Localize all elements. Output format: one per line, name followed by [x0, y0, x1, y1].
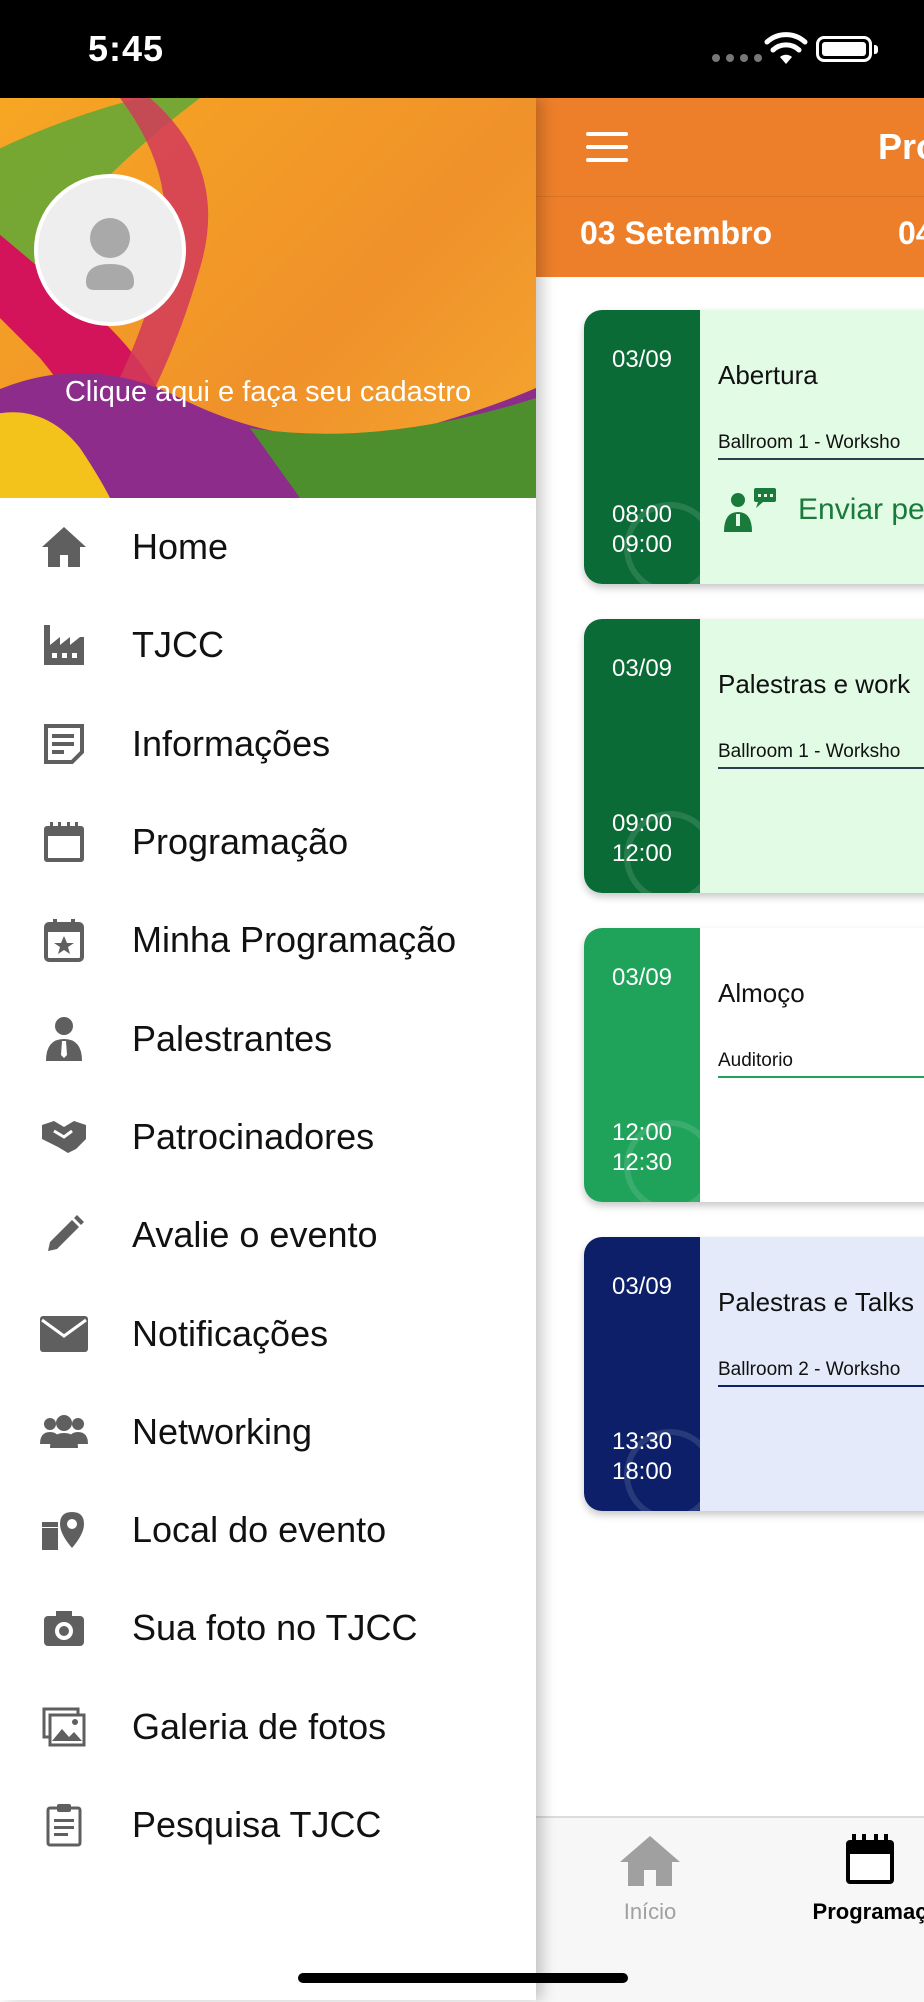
top-app-bar: Pro [536, 98, 924, 196]
card-time-panel: 03/09 09:00 12:00 [584, 619, 716, 893]
status-bar: 5:45 [0, 0, 924, 98]
pencil-icon [36, 1207, 92, 1263]
menu-item-networking[interactable]: Networking [0, 1383, 536, 1481]
calendar-icon [846, 1834, 894, 1884]
card-room: Ballroom 1 - Worksho [718, 432, 901, 453]
card-time-panel: 03/09 13:30 18:00 [584, 1237, 716, 1511]
card-time-panel: 03/09 08:00 09:00 [584, 310, 716, 584]
menu-item-local[interactable]: Local do evento [0, 1481, 536, 1579]
card-date: 03/09 [611, 964, 673, 991]
clipboard-icon [36, 1797, 92, 1853]
card-room: Auditorio [718, 1050, 793, 1071]
bottom-nav-programacao[interactable]: Programaç [790, 1832, 924, 1925]
home-icon [36, 519, 92, 575]
menu-item-label: Home [132, 526, 229, 568]
menu-item-label: Networking [132, 1410, 313, 1452]
programacao-screen: Pro 03 Setembro 04 03/09 08:00 09:00 Abe… [536, 98, 924, 2002]
menu-item-label: Galeria de fotos [132, 1705, 387, 1747]
register-prompt[interactable]: Clique aqui e faça seu cadastro [0, 376, 536, 409]
menu-item-label: Local do evento [132, 1509, 387, 1551]
gallery-icon [36, 1699, 92, 1755]
send-question-button[interactable]: Enviar pe [722, 486, 924, 534]
menu-item-label: Pesquisa TJCC [132, 1804, 382, 1845]
menu-item-home[interactable]: Home [0, 498, 536, 596]
handshake-icon [36, 1109, 92, 1165]
card-title: Almoço [718, 978, 805, 1008]
card-room: Ballroom 2 - Worksho [718, 1359, 901, 1380]
menu-item-informacoes[interactable]: Informações [0, 695, 536, 793]
factory-icon [36, 617, 92, 673]
drawer-menu: Home TJCC Informações Programação Minha … [0, 498, 536, 1874]
home-indicator[interactable] [298, 1973, 628, 1983]
card-date: 03/09 [611, 1273, 673, 1300]
card-room: Ballroom 1 - Worksho [718, 741, 901, 762]
home-icon [620, 1836, 680, 1886]
status-time: 5:45 [88, 28, 165, 69]
drawer-header[interactable]: Clique aqui e faça seu cadastro [0, 98, 536, 498]
tab-04[interactable]: 04 [898, 215, 924, 252]
card-content: Palestras e work Ballroom 1 - Worksho [700, 619, 924, 893]
info-note-icon [36, 716, 92, 772]
schedule-card[interactable]: 03/09 08:00 09:00 Abertura Ballroom 1 - … [584, 310, 924, 584]
menu-item-label: Sua foto no TJCC [132, 1607, 418, 1649]
menu-item-notificacoes[interactable]: Notificações [0, 1284, 536, 1382]
calendar-icon [36, 814, 92, 870]
card-time-panel: 03/09 12:00 12:30 [584, 928, 716, 1202]
menu-item-label: Programação [132, 821, 349, 863]
card-date: 03/09 [611, 655, 673, 682]
map-pin-icon [36, 1502, 92, 1558]
card-content: Abertura Ballroom 1 - Worksho Enviar pe [700, 310, 924, 584]
menu-item-label: Informações [132, 722, 331, 764]
bottom-nav-label: Programaç [812, 1899, 924, 1924]
tab-03-setembro[interactable]: 03 Setembro [580, 215, 772, 252]
avatar[interactable] [34, 174, 186, 326]
menu-item-avalie[interactable]: Avalie o evento [0, 1186, 536, 1284]
card-content: Almoço Auditorio [700, 928, 924, 1202]
card-content: Palestras e Talks Ballroom 2 - Worksho [700, 1237, 924, 1511]
menu-icon[interactable] [586, 132, 628, 162]
menu-item-palestrantes[interactable]: Palestrantes [0, 989, 536, 1087]
schedule-card[interactable]: 03/09 12:00 12:30 Almoço Auditorio [584, 928, 924, 1202]
menu-item-galeria[interactable]: Galeria de fotos [0, 1678, 536, 1776]
card-divider [718, 1385, 924, 1387]
bottom-nav-inicio[interactable]: Início [570, 1832, 730, 1925]
speaker-question-icon [724, 488, 776, 532]
page-title: Pro [878, 126, 924, 167]
card-date: 03/09 [611, 346, 673, 373]
card-title: Palestras e work [718, 669, 911, 699]
people-icon [36, 1404, 92, 1460]
calendar-star-icon [36, 912, 92, 968]
speaker-icon [36, 1011, 92, 1067]
bottom-nav-label: Início [623, 1899, 677, 1924]
date-tabs: 03 Setembro 04 [536, 196, 924, 375]
menu-item-label: Minha Programação [132, 919, 457, 961]
wifi-icon [764, 32, 808, 64]
menu-item-label: TJCC [132, 624, 224, 666]
card-divider [718, 767, 924, 769]
menu-item-label: Patrocinadores [132, 1115, 375, 1157]
user-placeholder-icon [86, 218, 134, 290]
menu-item-programacao[interactable]: Programação [0, 793, 536, 891]
card-divider [718, 1076, 924, 1078]
mail-icon [36, 1306, 92, 1362]
navigation-drawer: Clique aqui e faça seu cadastro Home TJC… [0, 98, 536, 2000]
schedule-card[interactable]: 03/09 09:00 12:00 Palestras e work Ballr… [584, 619, 924, 893]
send-question-label: Enviar pe [798, 493, 924, 526]
menu-item-sua-foto[interactable]: Sua foto no TJCC [0, 1579, 536, 1677]
menu-item-label: Notificações [132, 1312, 329, 1354]
schedule-card[interactable]: 03/09 13:30 18:00 Palestras e Talks Ball… [584, 1237, 924, 1511]
signal-icon [712, 54, 762, 62]
battery-icon [816, 36, 878, 62]
menu-item-pesquisa[interactable]: Pesquisa TJCC [0, 1776, 536, 1874]
menu-item-patrocinadores[interactable]: Patrocinadores [0, 1088, 536, 1186]
menu-item-minha-programacao[interactable]: Minha Programação [0, 891, 536, 989]
card-title: Palestras e Talks [718, 1287, 915, 1317]
menu-item-label: Avalie o evento [132, 1214, 378, 1256]
menu-item-label: Palestrantes [132, 1017, 333, 1059]
camera-icon [36, 1600, 92, 1656]
card-title: Abertura [718, 360, 818, 390]
card-divider [718, 458, 924, 460]
menu-item-tjcc[interactable]: TJCC [0, 596, 536, 694]
